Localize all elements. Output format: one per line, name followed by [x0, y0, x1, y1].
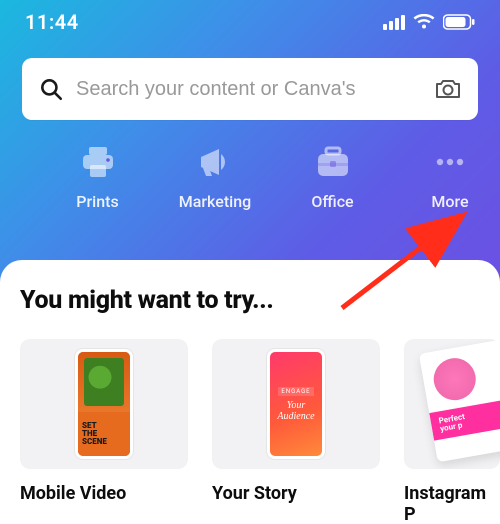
section-title: You might want to try... — [20, 286, 480, 315]
content-sheet: You might want to try... Set The Scene M… — [0, 260, 500, 524]
category-more[interactable]: More — [400, 142, 500, 211]
search-bar-wrap — [0, 40, 500, 120]
category-row: eo Prints Marketing Office More — [0, 120, 500, 211]
search-input[interactable] — [76, 78, 422, 101]
category-label: Office — [311, 192, 353, 211]
template-label: Instagram P — [404, 483, 500, 524]
category-prints[interactable]: Prints — [48, 142, 148, 211]
category-video[interactable]: eo — [0, 142, 30, 211]
search-icon — [38, 76, 64, 102]
status-bar: 11:44 — [0, 0, 500, 40]
search-bar[interactable] — [22, 58, 478, 120]
wifi-icon — [413, 14, 435, 30]
cellular-icon — [383, 15, 405, 30]
category-label: More — [431, 192, 468, 211]
category-marketing[interactable]: Marketing — [165, 142, 265, 211]
template-list: Set The Scene Mobile Video ENGAGE Your A… — [20, 339, 480, 524]
template-label: Your Story — [212, 483, 380, 504]
status-right — [383, 14, 475, 30]
category-label: Marketing — [179, 192, 251, 211]
thumb-text: Your — [277, 400, 314, 411]
template-thumb: Set The Scene — [20, 339, 188, 469]
template-instagram-post[interactable]: Perfect your p Instagram P — [404, 339, 500, 524]
megaphone-icon — [195, 142, 235, 182]
app-screen: 11:44 eo — [0, 0, 500, 524]
thumb-text: ENGAGE — [278, 387, 313, 396]
briefcase-icon — [314, 142, 352, 182]
thumb-text: Scene — [82, 438, 126, 446]
template-thumb: ENGAGE Your Audience — [212, 339, 380, 469]
category-label: Prints — [76, 192, 118, 211]
template-thumb: Perfect your p — [404, 339, 500, 469]
template-mobile-video[interactable]: Set The Scene Mobile Video — [20, 339, 188, 524]
template-label: Mobile Video — [20, 483, 188, 504]
clock: 11:44 — [25, 10, 79, 34]
printer-icon — [79, 142, 117, 182]
thumb-text: Audience — [277, 411, 314, 422]
category-office[interactable]: Office — [283, 142, 383, 211]
template-your-story[interactable]: ENGAGE Your Audience Your Story — [212, 339, 380, 524]
more-icon — [431, 142, 469, 182]
camera-icon[interactable] — [434, 77, 462, 101]
battery-icon — [443, 14, 475, 30]
